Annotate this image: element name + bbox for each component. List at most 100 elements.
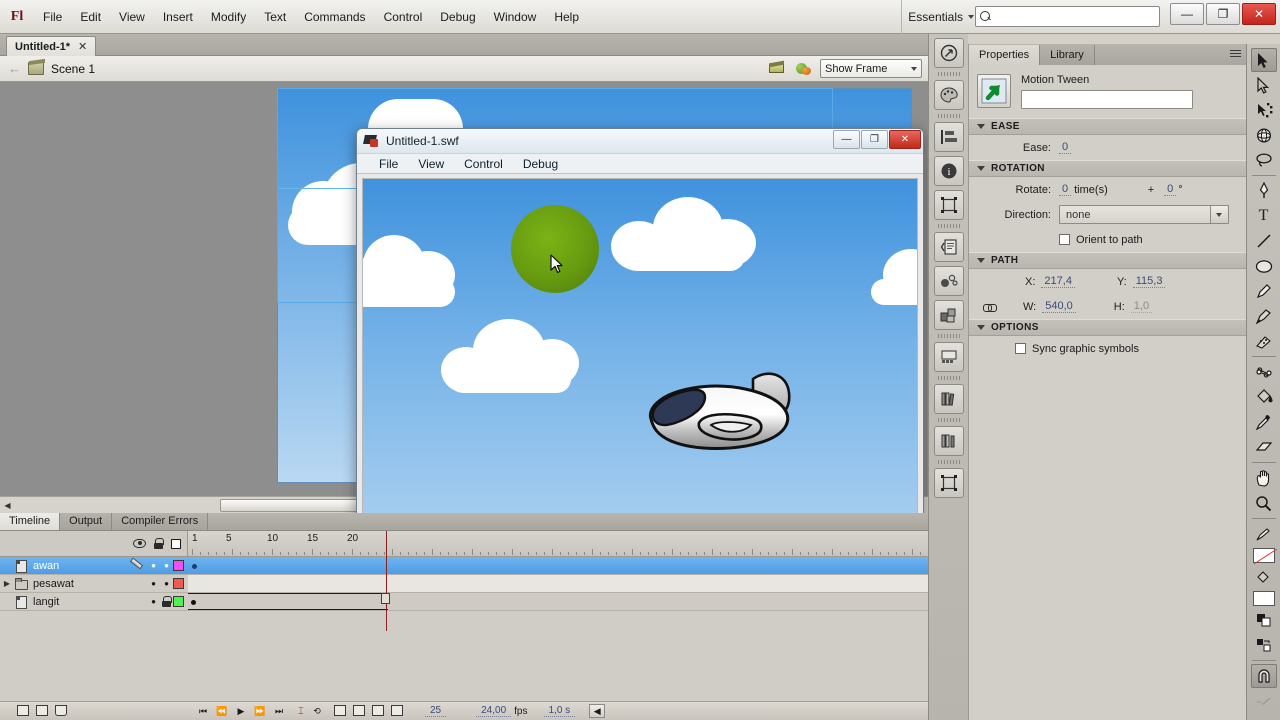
new-layer-icon[interactable] — [16, 704, 31, 718]
ease-value[interactable]: 0 — [1059, 141, 1072, 154]
swf-minimize-button[interactable]: — — [833, 130, 860, 149]
behaviors-icon[interactable] — [933, 266, 964, 296]
scene-label[interactable]: Scene 1 — [51, 62, 95, 76]
layer-row-langit[interactable]: langit • — [0, 593, 188, 611]
info-panel-icon[interactable]: i — [933, 156, 964, 186]
no-color-swatch[interactable] — [1252, 548, 1275, 563]
snap-to-objects-icon[interactable] — [1250, 664, 1277, 688]
keyframe-dot[interactable] — [192, 564, 197, 569]
close-icon[interactable]: ✕ — [78, 40, 87, 53]
layer-visibility-toggle[interactable]: • — [147, 559, 160, 572]
eye-icon[interactable] — [133, 539, 146, 548]
pen-tool[interactable] — [1251, 179, 1277, 203]
outline-square-icon[interactable] — [171, 538, 181, 549]
fill-color-swatch[interactable] — [1252, 591, 1275, 606]
movie-explorer-icon[interactable] — [933, 342, 964, 372]
menu-text[interactable]: Text — [255, 0, 295, 34]
section-header-rotation[interactable]: ROTATION — [969, 160, 1246, 177]
tab-properties[interactable]: Properties — [969, 45, 1041, 65]
chevron-down-icon[interactable] — [1210, 206, 1227, 223]
layer-name-label[interactable]: pesawat — [31, 578, 147, 590]
back-arrow-icon[interactable]: ← — [8, 61, 21, 76]
frame-ruler[interactable]: 1 5 10 15 20 — [188, 531, 928, 557]
orient-to-path-checkbox[interactable] — [1059, 234, 1070, 245]
lasso-tool[interactable] — [1251, 148, 1277, 172]
w-value[interactable]: 540,0 — [1042, 300, 1076, 313]
color-panel-icon[interactable] — [933, 80, 964, 110]
section-header-ease[interactable]: EASE — [969, 118, 1246, 135]
center-frame-icon[interactable] — [390, 704, 405, 718]
eyedropper-tool[interactable] — [1251, 410, 1277, 434]
layer-visibility-toggle[interactable]: • — [147, 577, 160, 590]
menu-view[interactable]: View — [110, 0, 154, 34]
menu-debug[interactable]: Debug — [431, 0, 484, 34]
document-tab-untitled-1[interactable]: Untitled-1* ✕ — [6, 36, 97, 56]
onion-skin-icon[interactable]: ⌶ — [293, 704, 309, 718]
new-folder-icon[interactable] — [35, 704, 50, 718]
layer-outline-color[interactable] — [173, 596, 184, 607]
swf-menu-debug[interactable]: Debug — [513, 157, 568, 171]
menu-commands[interactable]: Commands — [295, 0, 374, 34]
playhead-line[interactable] — [386, 531, 387, 631]
pencil-tool[interactable] — [1251, 279, 1277, 303]
fps-value[interactable]: 24,00 — [476, 705, 512, 717]
layer-visibility-toggle[interactable]: • — [147, 595, 160, 608]
modify-onion-markers-icon[interactable] — [371, 704, 386, 718]
close-button[interactable]: ✕ — [1242, 3, 1276, 25]
stroke-color-swatch[interactable] — [1251, 522, 1277, 546]
project-panel-icon[interactable] — [933, 426, 964, 456]
swf-menu-view[interactable]: View — [408, 157, 454, 171]
frame-strip-langit[interactable] — [188, 593, 928, 611]
layer-lock-toggle[interactable]: • — [160, 577, 173, 590]
timeline-scroll-left-icon[interactable]: ◀ — [589, 704, 606, 718]
swf-maximize-button[interactable]: ❐ — [861, 130, 888, 149]
link-constrain-icon[interactable] — [983, 301, 997, 313]
layer-row-pesawat[interactable]: ▶ pesawat • • — [0, 575, 188, 593]
smooth-option-icon[interactable] — [1251, 689, 1277, 713]
expand-triangle-icon[interactable]: ▶ — [0, 579, 14, 588]
sync-graphic-symbols-checkbox[interactable] — [1015, 343, 1026, 354]
fill-color-bucket-icon[interactable] — [1251, 565, 1277, 589]
subselection-tool[interactable] — [1251, 73, 1277, 97]
paint-bucket-tool[interactable] — [1251, 385, 1277, 409]
frame-strip-awan[interactable] — [188, 557, 928, 575]
edit-multiple-frames-icon[interactable] — [352, 704, 367, 718]
oval-tool[interactable] — [1251, 254, 1277, 278]
current-frame-value[interactable]: 25 — [425, 705, 447, 717]
search-box[interactable] — [975, 6, 1160, 27]
tab-compiler-errors[interactable]: Compiler Errors — [112, 513, 209, 530]
loop-icon[interactable]: ⟲ — [309, 704, 325, 718]
h-value[interactable]: 1,0 — [1130, 300, 1153, 313]
frame-strip-pesawat[interactable] — [188, 575, 928, 593]
zoom-tool[interactable] — [1251, 491, 1277, 515]
step-back-button[interactable]: ⏪ — [214, 704, 230, 718]
actions-panel-icon[interactable] — [933, 232, 964, 262]
menu-edit[interactable]: Edit — [71, 0, 110, 34]
menu-insert[interactable]: Insert — [154, 0, 202, 34]
library-panel-icon[interactable] — [933, 384, 964, 414]
scroll-left-arrow-icon[interactable]: ◀ — [0, 498, 15, 513]
align-panel-icon[interactable] — [933, 122, 964, 152]
eraser-tool[interactable] — [1251, 435, 1277, 459]
onion-skin-outlines-icon[interactable] — [333, 704, 348, 718]
minimize-button[interactable]: — — [1170, 3, 1204, 25]
rotate-count-value[interactable]: 0 — [1059, 183, 1072, 196]
swf-menu-file[interactable]: File — [369, 157, 408, 171]
straighten-option-icon[interactable] — [1251, 714, 1277, 720]
edit-symbols-icon[interactable] — [794, 60, 814, 78]
rotate-degrees-value[interactable]: 0 — [1164, 183, 1177, 196]
layer-outline-color[interactable] — [173, 578, 184, 589]
line-tool[interactable] — [1251, 229, 1277, 253]
section-header-path[interactable]: PATH — [969, 252, 1246, 269]
step-forward-button[interactable]: ⏩ — [252, 704, 268, 718]
brush-tool[interactable] — [1251, 304, 1277, 328]
row-orient-to-path[interactable]: Orient to path — [969, 227, 1246, 252]
tab-output[interactable]: Output — [60, 513, 113, 530]
black-and-white-icon[interactable] — [1251, 608, 1277, 632]
goto-last-frame-button[interactable]: ⏭ — [271, 704, 287, 718]
search-input[interactable] — [995, 10, 1155, 23]
y-value[interactable]: 115,3 — [1132, 275, 1166, 288]
instance-name-input[interactable] — [1021, 90, 1193, 109]
3d-rotation-tool[interactable] — [1251, 123, 1277, 147]
layer-lock-toggle[interactable] — [160, 595, 173, 608]
